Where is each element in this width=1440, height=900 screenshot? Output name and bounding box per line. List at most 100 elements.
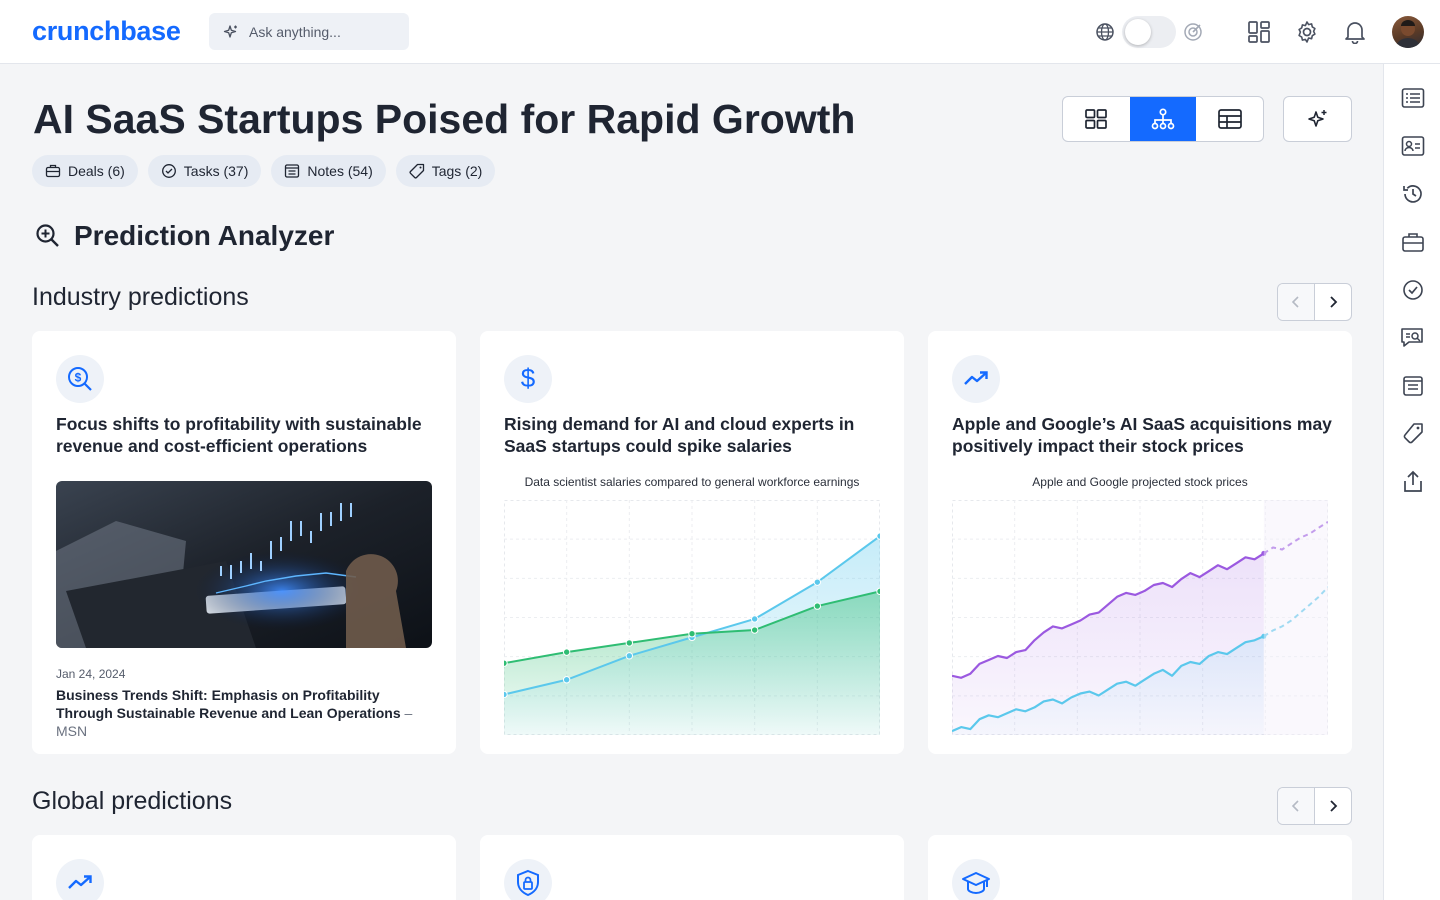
data-point [625, 639, 634, 647]
prediction-analyzer-heading: Prediction Analyzer [35, 220, 334, 252]
ask-anything-search[interactable] [209, 13, 409, 50]
svg-text:$: $ [521, 365, 536, 393]
industry-pager [1277, 283, 1352, 321]
target-check-icon[interactable] [1181, 20, 1205, 44]
data-point [750, 615, 759, 623]
sparkle-icon [223, 24, 237, 38]
next-button[interactable] [1315, 284, 1351, 320]
history-icon[interactable] [1400, 181, 1426, 207]
grid-view-button[interactable] [1063, 97, 1130, 141]
global-predictions-title: Global predictions [32, 787, 233, 815]
prediction-card[interactable]: Apple and Google’s AI SaaS acquisitions … [928, 331, 1352, 754]
tags-chip[interactable]: Tags (2) [395, 155, 496, 187]
globe-icon[interactable] [1093, 20, 1117, 44]
chat-search-icon[interactable] [1400, 325, 1426, 351]
list-view-icon[interactable] [1400, 85, 1426, 111]
chevron-left-icon [1291, 800, 1299, 812]
data-point [562, 676, 571, 684]
deals-chip-label: Deals (6) [68, 163, 125, 179]
section-title-text: Prediction Analyzer [74, 220, 335, 251]
chevron-right-icon [1330, 296, 1338, 308]
check-circle-icon [161, 164, 176, 178]
table-view-button[interactable] [1196, 97, 1263, 141]
chevron-right-icon [1330, 800, 1338, 812]
chart-caption: Apple and Google projected stock prices [1032, 475, 1248, 489]
header-chips: Deals (6) Tasks (37) Notes (54) Tags (2) [32, 155, 496, 187]
chevron-left-icon [1291, 296, 1299, 308]
dollar-search-icon: $ [56, 355, 104, 403]
data-point [876, 587, 880, 596]
finance-tablet-image [56, 481, 432, 648]
prediction-card[interactable]: $ Focus shifts to profitability with sus… [32, 331, 456, 754]
mode-toggle[interactable] [1122, 16, 1176, 48]
notes-icon[interactable] [1400, 373, 1426, 399]
share-icon[interactable] [1400, 469, 1426, 495]
dollar-icon: $ [504, 355, 552, 403]
data-point [813, 578, 822, 586]
industry-predictions-title: Industry predictions [32, 283, 249, 311]
prediction-card[interactable] [928, 835, 1352, 900]
prediction-card[interactable] [480, 835, 904, 900]
data-point [876, 532, 880, 540]
crunchbase-logo[interactable]: crunchbase [32, 16, 181, 47]
deals-chip[interactable]: Deals (6) [32, 155, 138, 187]
tag-icon[interactable] [1400, 421, 1426, 447]
view-switcher [1062, 96, 1264, 142]
card-title: Apple and Google’s AI SaaS acquisitions … [952, 414, 1332, 456]
global-pager [1277, 787, 1352, 825]
prediction-card[interactable]: $ Rising demand for AI and cloud experts… [480, 331, 904, 754]
shield-lock-icon [504, 859, 552, 900]
svg-text:$: $ [75, 371, 82, 385]
check-circle-icon[interactable] [1400, 277, 1426, 303]
gear-icon[interactable] [1295, 20, 1319, 44]
grid-icon [1085, 109, 1108, 129]
article-title: Business Trends Shift: Emphasis on Profi… [56, 687, 401, 721]
right-sidebar [1383, 64, 1440, 900]
bell-icon[interactable] [1343, 20, 1367, 44]
search-input[interactable] [249, 23, 399, 40]
hierarchy-view-button[interactable] [1129, 97, 1197, 141]
tags-chip-label: Tags (2) [431, 163, 483, 179]
card-title: Focus shifts to profitability with susta… [56, 414, 422, 456]
tasks-chip[interactable]: Tasks (37) [147, 155, 262, 187]
top-bar: crunchbase [0, 0, 1440, 64]
data-point [562, 648, 571, 656]
ai-assist-button[interactable] [1283, 96, 1352, 142]
contact-card-icon[interactable] [1400, 133, 1426, 159]
prev-button[interactable] [1278, 284, 1315, 320]
data-point [688, 630, 696, 638]
series-area [504, 591, 880, 735]
page-title: AI SaaS Startups Poised for Rapid Growth [33, 96, 856, 142]
tag-icon [409, 163, 424, 179]
trending-up-icon [952, 355, 1000, 403]
hierarchy-icon [1151, 108, 1175, 130]
trending-up-icon [56, 859, 104, 900]
briefcase-icon[interactable] [1400, 229, 1426, 255]
article-date: Jan 24, 2024 [56, 667, 126, 681]
data-point [813, 602, 822, 610]
prediction-card[interactable] [32, 835, 456, 900]
note-icon [285, 164, 300, 178]
chart-caption: Data scientist salaries compared to gene… [524, 475, 860, 489]
tasks-chip-label: Tasks (37) [183, 163, 249, 179]
data-point [504, 659, 508, 667]
notes-chip-label: Notes (54) [307, 163, 373, 179]
article-link[interactable]: Business Trends Shift: Emphasis on Profi… [56, 686, 440, 740]
toggle-knob [1125, 19, 1151, 45]
avatar[interactable] [1392, 16, 1424, 48]
next-button[interactable] [1315, 788, 1351, 824]
sparkle-icon [1307, 110, 1326, 127]
salary-line-chart [504, 500, 880, 735]
briefcase-icon [45, 164, 61, 178]
data-point [625, 652, 634, 660]
projection-region [1263, 500, 1328, 735]
zoom-in-icon [36, 224, 59, 247]
prev-button[interactable] [1278, 788, 1315, 824]
dashboard-icon[interactable] [1247, 20, 1271, 44]
stock-price-line-chart [952, 500, 1328, 735]
table-icon [1217, 109, 1242, 129]
graduation-cap-icon [952, 859, 1000, 900]
data-point [504, 690, 508, 699]
notes-chip[interactable]: Notes (54) [271, 155, 386, 187]
data-point [750, 626, 759, 634]
